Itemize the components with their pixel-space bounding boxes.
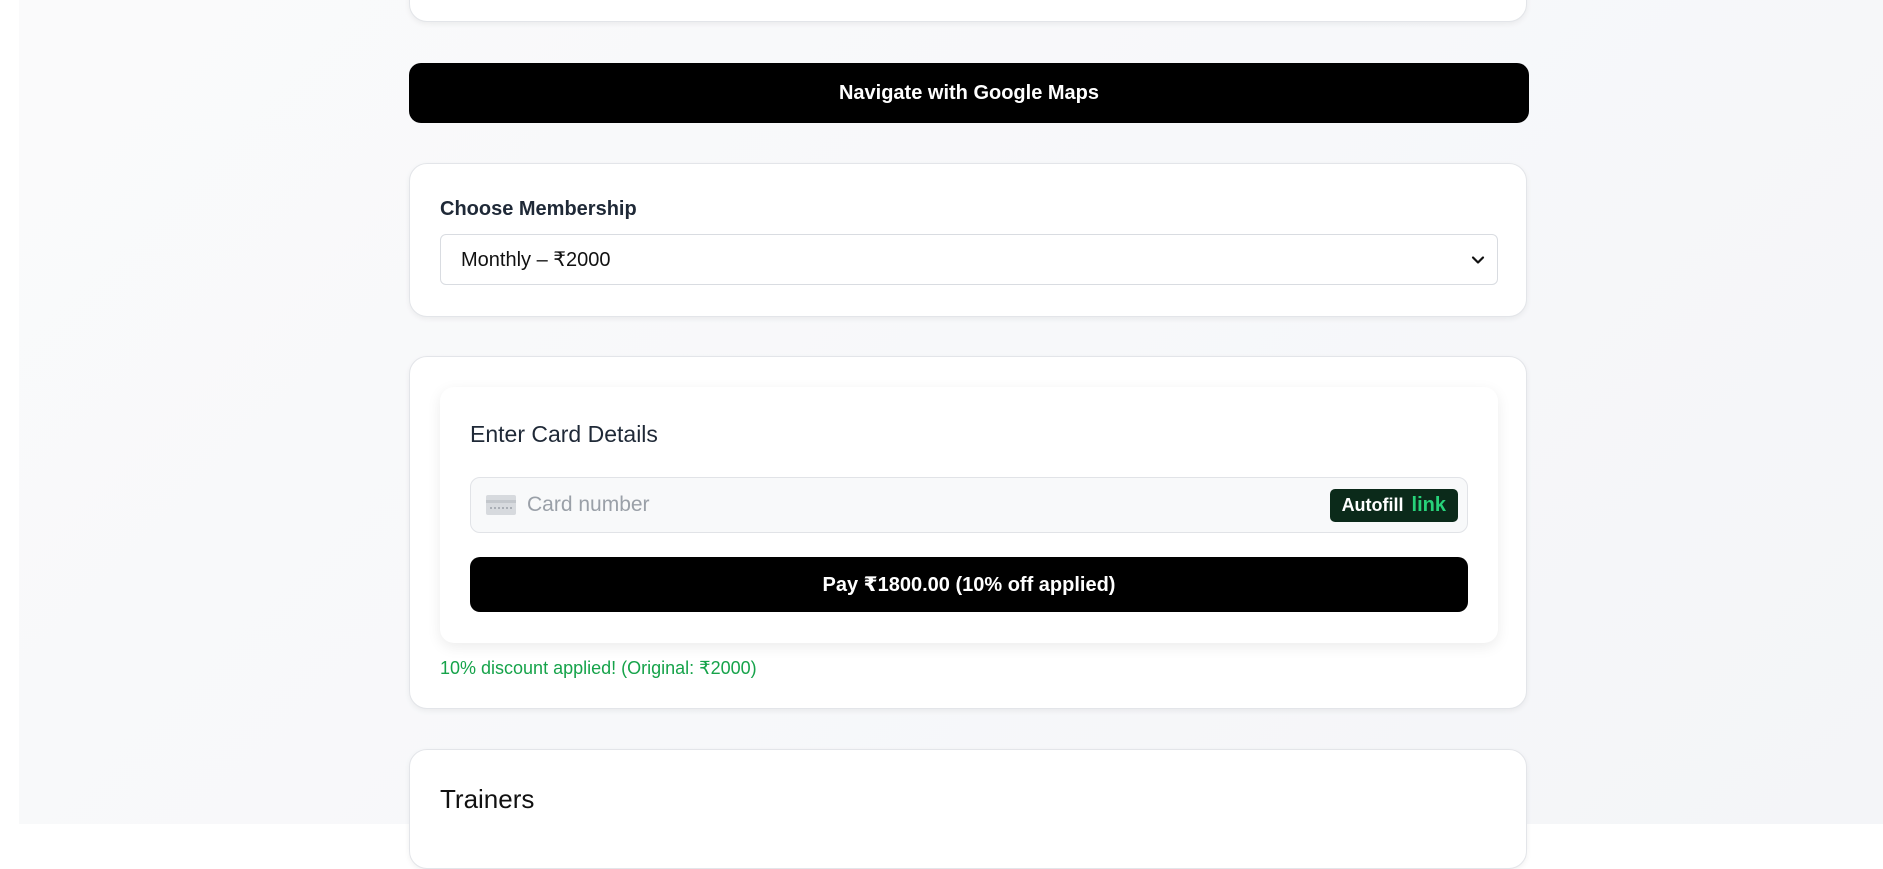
trainers-card: Trainers: [409, 749, 1527, 869]
previous-section-card: [409, 0, 1527, 22]
trainers-title: Trainers: [440, 784, 535, 814]
navigate-google-maps-button[interactable]: Navigate with Google Maps: [409, 63, 1529, 123]
credit-card-icon: [486, 495, 516, 515]
pay-button[interactable]: Pay ₹1800.00 (10% off applied): [470, 557, 1468, 612]
card-details-panel: Enter Card Details Card number Autofill …: [440, 387, 1498, 643]
autofill-label: Autofill: [1341, 495, 1404, 515]
membership-label: Choose Membership: [440, 198, 637, 220]
card-number-input[interactable]: Card number Autofill link: [470, 477, 1468, 533]
card-details-title: Enter Card Details: [470, 421, 658, 447]
membership-selected-value: Monthly – ₹2000: [461, 249, 611, 271]
payment-card: Enter Card Details Card number Autofill …: [409, 356, 1527, 709]
autofill-link-button[interactable]: Autofill link: [1329, 489, 1458, 522]
link-logo: link: [1411, 494, 1446, 516]
membership-card: Choose Membership Monthly – ₹2000: [409, 163, 1527, 317]
membership-select[interactable]: Monthly – ₹2000: [440, 234, 1498, 285]
discount-message: 10% discount applied! (Original: ₹2000): [440, 658, 757, 678]
chevron-down-icon: [1471, 256, 1485, 264]
card-number-placeholder: Card number: [527, 493, 650, 516]
page-background: Navigate with Google Maps Choose Members…: [19, 0, 1883, 869]
